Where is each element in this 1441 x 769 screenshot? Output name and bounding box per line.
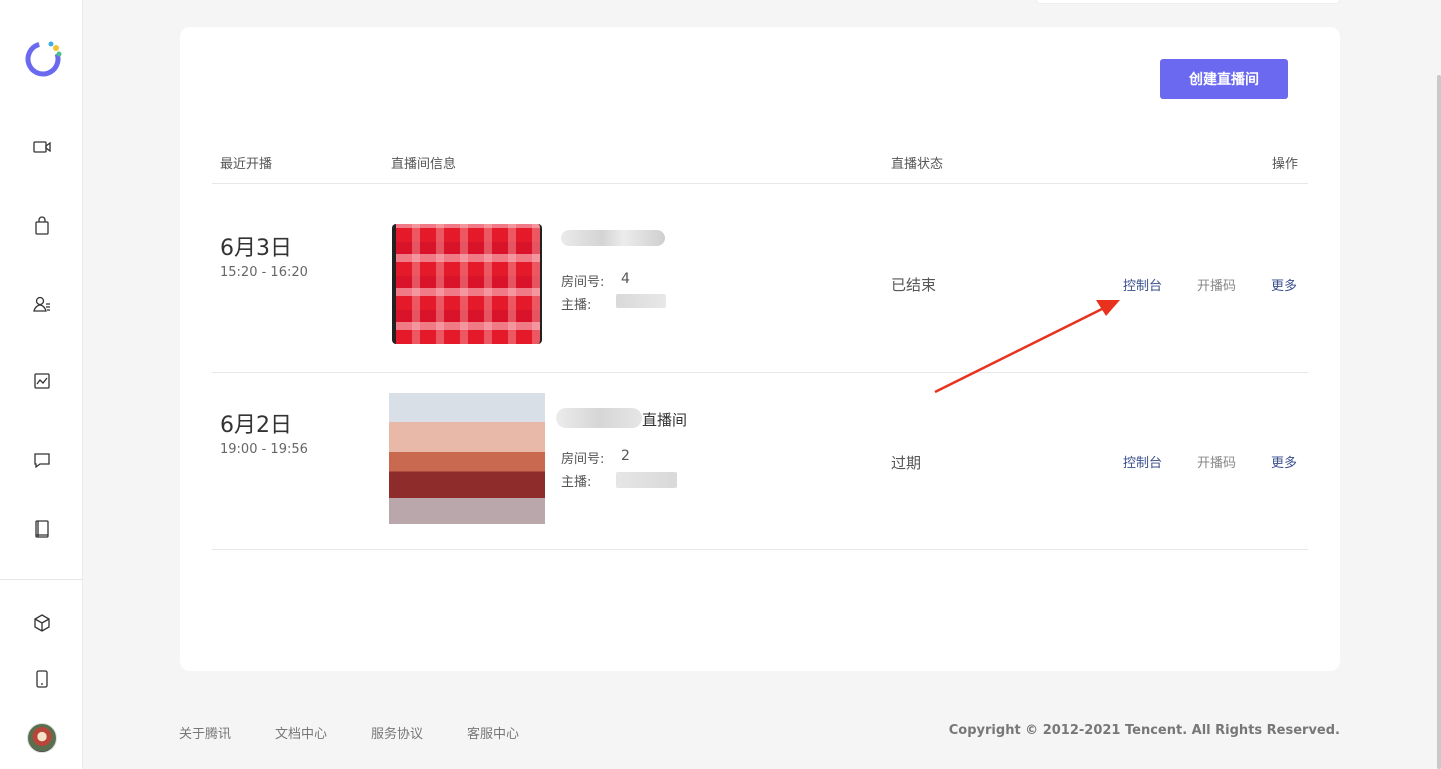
sidebar-divider [0,579,83,580]
room-number: 4 [621,271,630,287]
host-label: 主播: [561,475,592,490]
room-title-blurred [561,230,665,246]
row-date: 6月3日 [220,236,292,261]
shopping-bag-icon[interactable] [28,212,56,240]
row-divider [212,549,1308,550]
row-date: 6月2日 [220,413,292,438]
create-live-room-button[interactable]: 创建直播间 [1160,59,1288,99]
column-header-room-info: 直播间信息 [391,157,457,172]
room-number: 2 [621,448,630,464]
avatar[interactable] [27,723,57,753]
message-icon[interactable] [28,446,56,474]
live-status: 已结束 [891,276,937,294]
stream-code-link[interactable]: 开播码 [1197,452,1236,471]
room-title-blurred [556,408,642,428]
sidebar [0,0,83,769]
room-number-label: 房间号: [561,452,605,467]
chart-icon[interactable] [28,367,56,395]
book-icon[interactable] [28,515,56,543]
page-scrollbar[interactable] [1437,75,1441,769]
video-icon[interactable] [28,133,56,161]
mobile-icon[interactable] [28,665,56,693]
row-time: 19:00 - 19:56 [220,442,308,457]
live-status: 过期 [891,454,922,472]
host-name-blurred [616,472,677,488]
row-divider [212,372,1308,373]
table-header-divider [212,183,1308,184]
copyright-text: Copyright © 2012-2021 Tencent. All Right… [948,723,1340,738]
more-link[interactable]: 更多 [1271,452,1297,471]
live-room-list-card: 创建直播间 最近开播 直播间信息 直播状态 操作 6月3日 15:20 - 16… [180,27,1340,671]
console-link[interactable]: 控制台 [1123,275,1162,294]
room-number-label: 房间号: [561,275,605,290]
footer-link-docs[interactable]: 文档中心 [275,723,327,742]
stream-code-link[interactable]: 开播码 [1197,275,1236,294]
footer-link-terms[interactable]: 服务协议 [371,723,423,742]
row-time: 15:20 - 16:20 [220,265,308,280]
footer-link-support[interactable]: 客服中心 [467,723,519,742]
app-logo-icon[interactable] [22,38,64,80]
column-header-last-start: 最近开播 [220,157,273,172]
column-header-live-status: 直播状态 [891,157,944,172]
host-label: 主播: [561,298,592,313]
package-icon[interactable] [28,609,56,637]
room-title-suffix: 直播间 [642,411,688,429]
more-link[interactable]: 更多 [1271,275,1297,294]
room-cover-thumbnail[interactable] [392,224,542,344]
user-list-icon[interactable] [28,290,56,318]
top-search-field[interactable] [1036,0,1340,4]
room-cover-thumbnail[interactable] [389,393,545,524]
console-link[interactable]: 控制台 [1123,452,1162,471]
footer-link-about[interactable]: 关于腾讯 [179,723,231,742]
column-header-actions: 操作 [1272,157,1299,172]
host-name-blurred [616,294,666,308]
